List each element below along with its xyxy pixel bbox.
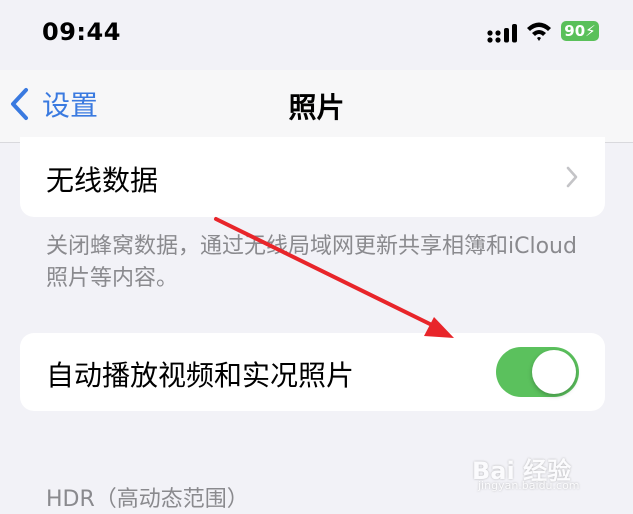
wireless-data-label: 无线数据	[46, 164, 159, 197]
toggle-knob	[532, 350, 576, 394]
page-title: 照片	[288, 91, 345, 124]
wifi-icon	[527, 22, 551, 41]
autoplay-toggle[interactable]	[496, 347, 579, 397]
wireless-data-row[interactable]: 无线数据	[20, 137, 605, 217]
watermark-sub: jingyan.baidu.com	[478, 479, 580, 492]
status-time: 09:44	[42, 18, 121, 46]
wireless-data-footer: 关闭蜂窝数据，通过无线局域网更新共享相簿和iCloud照片等内容。	[46, 234, 577, 291]
cellular-signal-icon	[487, 24, 517, 43]
hdr-section-header: HDR（高动态范围）	[46, 487, 249, 512]
chevron-right-icon	[566, 166, 578, 188]
battery-level: 90	[564, 22, 586, 40]
status-bar: 09:44 90⚡	[0, 0, 633, 70]
battery-charging-icon: 90⚡	[561, 21, 599, 41]
navigation-bar: 设置 照片	[0, 70, 633, 143]
baidu-watermark: Bai 经验 jingyan.baidu.com	[472, 447, 612, 497]
autoplay-label: 自动播放视频和实况照片	[46, 359, 355, 392]
